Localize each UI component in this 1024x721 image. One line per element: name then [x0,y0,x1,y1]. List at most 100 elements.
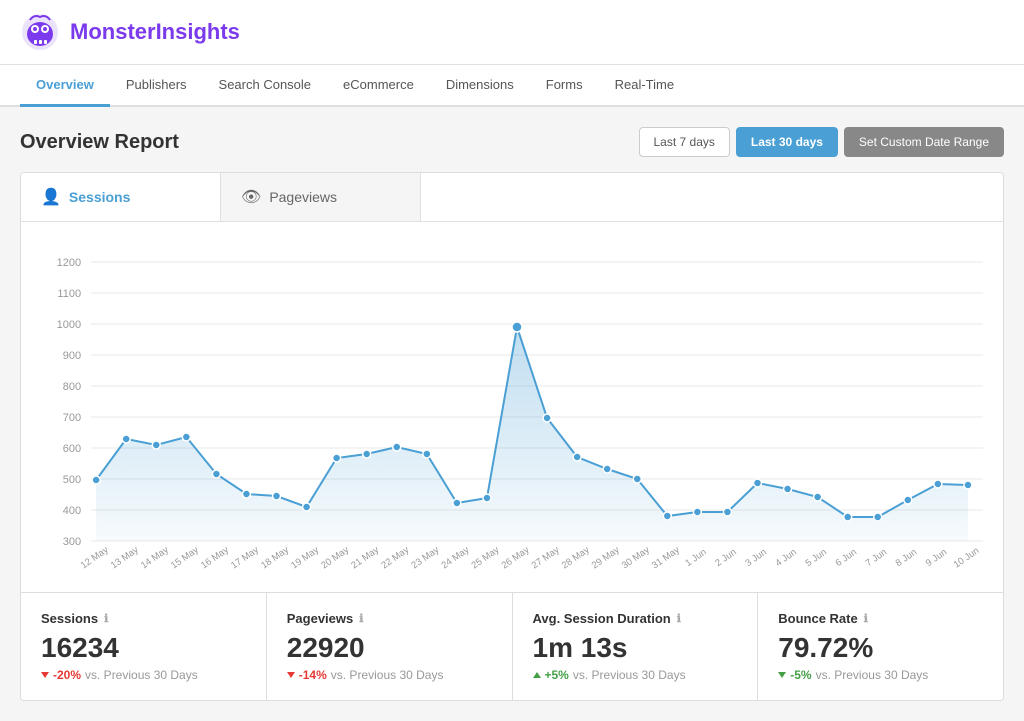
avg-session-up-arrow [533,672,541,678]
stat-pageviews: Pageviews ℹ 22920 -14% vs. Previous 30 D… [267,593,513,700]
svg-text:2 Jun: 2 Jun [713,547,738,569]
svg-text:700: 700 [63,412,81,424]
svg-text:15 May: 15 May [169,544,201,571]
pageviews-icon: 👁 [241,187,261,207]
chart-tabs: 👤 Sessions 👁 Pageviews [21,173,1003,222]
svg-text:600: 600 [63,443,81,455]
stat-sessions-change: -20% vs. Previous 30 Days [41,668,246,682]
svg-text:9 Jun: 9 Jun [924,547,949,569]
bounce-rate-vs-label: vs. Previous 30 Days [816,668,929,682]
svg-text:6 Jun: 6 Jun [834,547,859,569]
logo-icon [20,12,60,52]
svg-text:22 May: 22 May [379,544,411,571]
sessions-chart: 1200 1100 1000 900 800 700 600 500 [31,232,993,592]
svg-text:17 May: 17 May [229,544,261,571]
stat-avg-session-label: Avg. Session Duration [533,611,671,626]
last-30-days-button[interactable]: Last 30 days [736,127,838,157]
date-controls: Last 7 days Last 30 days Set Custom Date… [639,127,1005,157]
svg-text:5 Jun: 5 Jun [804,547,829,569]
svg-text:800: 800 [63,381,81,393]
overview-header: Overview Report Last 7 days Last 30 days… [20,127,1004,157]
svg-text:20 May: 20 May [319,544,351,571]
stat-sessions-value: 16234 [41,632,246,664]
svg-text:10 Jun: 10 Jun [952,545,982,570]
bounce-rate-change-pct: -5% [790,668,811,682]
svg-text:7 Jun: 7 Jun [864,547,889,569]
svg-text:13 May: 13 May [109,544,141,571]
stat-avg-session-change: +5% vs. Previous 30 Days [533,668,738,682]
svg-text:12 May: 12 May [79,544,111,571]
svg-text:4 Jun: 4 Jun [773,547,798,569]
pageviews-change-pct: -14% [299,668,327,682]
svg-text:500: 500 [63,474,81,486]
sessions-icon: 👤 [41,187,61,207]
stat-pageviews-label: Pageviews [287,611,354,626]
stats-row: Sessions ℹ 16234 -20% vs. Previous 30 Da… [21,592,1003,700]
svg-text:24 May: 24 May [440,544,472,571]
stat-sessions: Sessions ℹ 16234 -20% vs. Previous 30 Da… [21,593,267,700]
stat-sessions-info-icon[interactable]: ℹ [104,612,108,625]
stat-bounce-rate-label: Bounce Rate [778,611,857,626]
stat-pageviews-info-icon[interactable]: ℹ [359,612,363,625]
svg-text:31 May: 31 May [650,544,682,571]
svg-text:3 Jun: 3 Jun [743,547,768,569]
chart-area: 1200 1100 1000 900 800 700 600 500 [21,222,1003,592]
stat-pageviews-change: -14% vs. Previous 30 Days [287,668,492,682]
tab-pageviews[interactable]: 👁 Pageviews [221,173,421,221]
svg-text:1000: 1000 [57,319,82,331]
sessions-change-pct: -20% [53,668,81,682]
tab-pageviews-label: Pageviews [269,189,337,205]
nav-item-dimensions[interactable]: Dimensions [430,65,530,107]
svg-text:23 May: 23 May [409,544,441,571]
tab-sessions[interactable]: 👤 Sessions [21,173,221,221]
custom-date-range-button[interactable]: Set Custom Date Range [844,127,1004,157]
stat-pageviews-value: 22920 [287,632,492,664]
sessions-down-arrow [41,672,49,678]
page-title: Overview Report [20,131,179,154]
nav-item-publishers[interactable]: Publishers [110,65,203,107]
chart-container: 👤 Sessions 👁 Pageviews [20,172,1004,701]
svg-text:900: 900 [63,350,81,362]
svg-text:26 May: 26 May [500,544,532,571]
avg-session-vs-label: vs. Previous 30 Days [573,668,686,682]
sessions-vs-label: vs. Previous 30 Days [85,668,198,682]
pageviews-vs-label: vs. Previous 30 Days [331,668,444,682]
svg-text:28 May: 28 May [560,544,592,571]
nav-item-search-console[interactable]: Search Console [203,65,328,107]
nav-item-overview[interactable]: Overview [20,65,110,107]
stat-avg-session-value: 1m 13s [533,632,738,664]
app-header: MonsterInsights [0,0,1024,65]
svg-text:8 Jun: 8 Jun [894,547,919,569]
pageviews-down-arrow [287,672,295,678]
nav-item-forms[interactable]: Forms [530,65,599,107]
svg-text:14 May: 14 May [139,544,171,571]
svg-text:25 May: 25 May [470,544,502,571]
last-7-days-button[interactable]: Last 7 days [639,127,730,157]
stat-sessions-label: Sessions [41,611,98,626]
bounce-rate-down-arrow [778,672,786,678]
svg-text:27 May: 27 May [530,544,562,571]
svg-text:19 May: 19 May [289,544,321,571]
svg-text:29 May: 29 May [590,544,622,571]
stat-bounce-rate-info-icon[interactable]: ℹ [864,612,868,625]
stat-avg-session-info-icon[interactable]: ℹ [677,612,681,625]
svg-text:30 May: 30 May [620,544,652,571]
main-nav: Overview Publishers Search Console eComm… [0,65,1024,107]
stat-bounce-rate: Bounce Rate ℹ 79.72% -5% vs. Previous 30… [758,593,1003,700]
avg-session-change-pct: +5% [545,668,569,682]
svg-text:1 Jun: 1 Jun [683,547,708,569]
svg-text:21 May: 21 May [349,544,381,571]
svg-text:400: 400 [63,505,81,517]
svg-text:16 May: 16 May [199,544,231,571]
tab-sessions-label: Sessions [69,189,130,205]
logo-text: MonsterInsights [70,19,240,45]
svg-text:300: 300 [63,536,81,548]
stat-bounce-rate-change: -5% vs. Previous 30 Days [778,668,983,682]
svg-text:1100: 1100 [57,288,81,300]
svg-text:18 May: 18 May [259,544,291,571]
stat-avg-session: Avg. Session Duration ℹ 1m 13s +5% vs. P… [513,593,759,700]
nav-item-ecommerce[interactable]: eCommerce [327,65,430,107]
logo: MonsterInsights [20,12,240,52]
main-content: Overview Report Last 7 days Last 30 days… [0,107,1024,721]
nav-item-realtime[interactable]: Real-Time [599,65,690,107]
